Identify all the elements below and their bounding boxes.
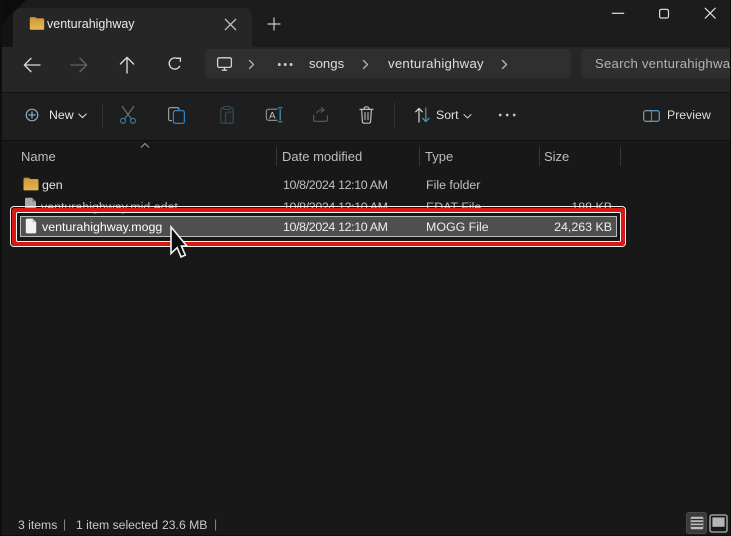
svg-text:A: A (269, 110, 276, 121)
